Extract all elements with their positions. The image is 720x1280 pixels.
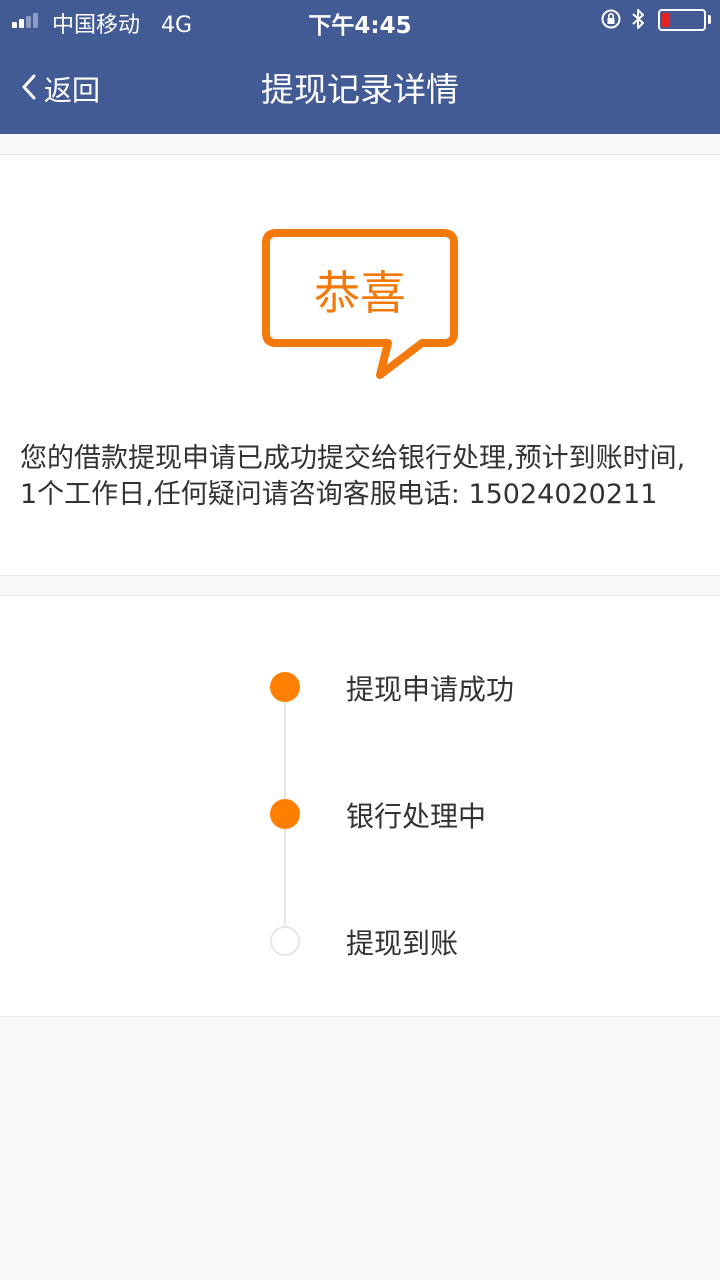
page-title: 提现记录详情 [261, 70, 459, 109]
step-item: 提现申请成功 [0, 662, 720, 712]
bluetooth-icon [632, 9, 644, 29]
step-item: 银行处理中 [0, 789, 720, 839]
battery-level [662, 13, 670, 27]
battery-tip [708, 15, 711, 24]
step-done-dot [270, 672, 300, 702]
step-label: 提现到账 [346, 927, 459, 960]
step-label: 银行处理中 [346, 800, 487, 833]
rotation-lock-icon [601, 9, 621, 29]
step-pending-dot [270, 926, 300, 956]
nav-header: 中国移动 4G 下午4:45 返回 提现记录详情 [0, 0, 720, 134]
progress-steps: 提现申请成功 银行处理中 提现到账 [0, 595, 720, 1017]
success-message: 您的借款提现申请已成功提交给银行处理,预计到账时间,1个工作日,任何疑问请咨询客… [20, 443, 686, 510]
step-label: 提现申请成功 [346, 673, 515, 706]
result-card: 恭喜 您的借款提现申请已成功提交给银行处理,预计到账时间,1个工作日,任何疑问请… [0, 154, 720, 576]
step-item: 提现到账 [0, 916, 720, 966]
congrats-badge: 恭喜 [262, 229, 458, 381]
status-bar: 中国移动 4G 下午4:45 [0, 0, 720, 40]
battery-icon [658, 9, 706, 31]
congrats-text: 恭喜 [314, 266, 406, 320]
step-done-dot [270, 799, 300, 829]
